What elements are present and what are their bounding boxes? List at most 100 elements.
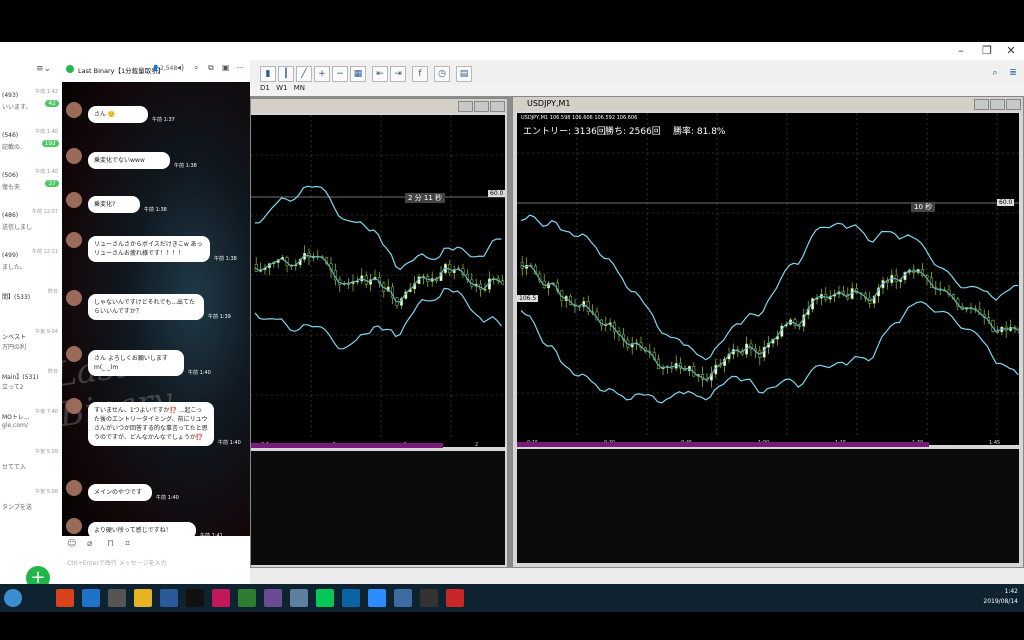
xm-icon[interactable] xyxy=(186,589,204,607)
message-list: さん 🙂 午前 1:37 乗変化でないwww 午前 1:38 乗変化? 午前 1:38 リュ… xyxy=(62,82,250,560)
more-icon[interactable]: ⋯ xyxy=(236,63,244,72)
screenshot-icon[interactable]: ⌗ xyxy=(125,539,130,549)
period-mn[interactable]: MN xyxy=(294,84,305,92)
copy-icon[interactable]: ⧉ xyxy=(208,63,214,73)
chat-header: Last Binary【1分裁量取引】 👤 2,548 ◂) ⌕ ⧉ ▣ ⋯ xyxy=(62,58,250,82)
period-w1[interactable]: W1 xyxy=(276,84,287,92)
indicators-icon[interactable]: f xyxy=(412,66,428,82)
chat-list-time: 午前 12:11 xyxy=(32,249,58,255)
emoji-icon[interactable]: ☺ xyxy=(67,539,76,549)
attach-icon[interactable]: ⌀ xyxy=(87,539,92,549)
mail-icon[interactable] xyxy=(160,589,178,607)
avatar[interactable] xyxy=(66,232,82,248)
green-app-icon[interactable] xyxy=(238,589,256,607)
signal-icon[interactable]: ≣ xyxy=(1006,66,1020,80)
chat-list-title: (546) xyxy=(2,132,19,139)
search-icon[interactable]: ⌕ xyxy=(988,66,1002,80)
chat-list-item[interactable]: (546) 記載の.. 午前 1:40 192 xyxy=(0,126,62,166)
chart-minimize-icon[interactable] xyxy=(458,101,473,112)
message-time: 午前 1:37 xyxy=(152,117,175,123)
shift-icon[interactable]: ⇤ xyxy=(372,66,388,82)
band-upper-line xyxy=(254,185,502,271)
app-dark-icon[interactable] xyxy=(420,589,438,607)
menu-icon[interactable]: ≡⌄ xyxy=(36,64,51,74)
close-icon[interactable]: ✕ xyxy=(1000,44,1022,58)
chat-list-item[interactable]: 間】(533) 昨日 xyxy=(0,286,62,326)
notepad-icon[interactable] xyxy=(290,589,308,607)
message-input[interactable]: Ctrl+Enterで改行 メッセージを入力 xyxy=(67,558,167,567)
message-bubble: すいません、1つよいですか⁉️ ...起こった後のエントリータイミング、前にリュ… xyxy=(88,402,214,446)
line-icon[interactable] xyxy=(316,589,334,607)
chart-close-icon[interactable] xyxy=(490,101,505,112)
search-icon[interactable] xyxy=(30,589,48,607)
chat-input-area: ☺ ⌀ ⊓ ⌗ Ctrl+Enterで改行 メッセージを入力 xyxy=(62,536,250,585)
price-plot-left[interactable]: 2:1012 2 分 11 秒 60.0 xyxy=(251,115,506,448)
zoom-in-icon[interactable]: + xyxy=(314,66,330,82)
period-clock-icon[interactable]: ◷ xyxy=(434,66,450,82)
candle-body xyxy=(501,280,505,285)
maximize-icon[interactable]: ❐ xyxy=(976,44,998,58)
avatar[interactable] xyxy=(66,102,82,118)
zoom-out-icon[interactable]: − xyxy=(332,66,348,82)
chat-list-preview: 立って2 xyxy=(2,384,24,391)
explorer-icon[interactable] xyxy=(134,589,152,607)
taskbar-clock[interactable]: 1:42 2019/08/14 xyxy=(983,587,1018,607)
chat-list-item[interactable]: タンプを送 午後 5:08 xyxy=(0,486,62,526)
autoscroll-icon[interactable]: ⇥ xyxy=(390,66,406,82)
app-red2-icon[interactable] xyxy=(446,589,464,607)
message-time: 午前 1:40 xyxy=(218,440,241,446)
app-blue-icon[interactable] xyxy=(342,589,360,607)
templates-icon[interactable]: ▤ xyxy=(456,66,472,82)
line-chart-icon[interactable]: ╱ xyxy=(296,66,312,82)
chat-list-item[interactable]: せてて入 午後 5:09 xyxy=(0,446,62,486)
avatar[interactable] xyxy=(66,346,82,362)
edge-icon[interactable] xyxy=(82,589,100,607)
chart-close-icon[interactable] xyxy=(1006,99,1021,110)
avatar[interactable] xyxy=(66,518,82,534)
chat-list-item[interactable]: (499) ました。 午前 12:11 xyxy=(0,246,62,286)
band-lower-line xyxy=(254,287,502,350)
clock-date: 2019/08/14 xyxy=(983,598,1018,605)
avatar[interactable] xyxy=(66,480,82,496)
period-d1[interactable]: D1 xyxy=(260,84,270,92)
price-plot-right[interactable]: 0:150:300:451:001:151:301:45 USDJPY,M1 1… xyxy=(517,113,1021,446)
avatar[interactable] xyxy=(66,290,82,306)
candle-chart-icon[interactable]: ┃ xyxy=(278,66,294,82)
search-icon[interactable]: ⌕ xyxy=(194,63,198,73)
notes-icon[interactable]: ▣ xyxy=(222,63,230,72)
zoom-icon[interactable] xyxy=(368,589,386,607)
avatar[interactable] xyxy=(66,192,82,208)
candle-body xyxy=(1017,327,1021,333)
avatar[interactable] xyxy=(66,148,82,164)
chat-message-area[interactable]: Last Binary さん 🙂午前 1:37乗変化でないwww午前 1:38乗… xyxy=(62,82,250,560)
store-icon[interactable] xyxy=(108,589,126,607)
photos-icon[interactable] xyxy=(394,589,412,607)
chart-restore-icon[interactable] xyxy=(990,99,1005,110)
windows-icon[interactable] xyxy=(4,589,22,607)
chat-list-item[interactable]: (493) いいます。 午前 1:42 42 xyxy=(0,86,62,126)
chat-list-preview: タンプを送 xyxy=(2,504,32,511)
message-time: 午前 1:38 xyxy=(174,163,197,169)
chat-list-item[interactable]: (486) 送信しまし 午前 12:07 xyxy=(0,206,62,246)
bar-chart-icon[interactable]: ▮ xyxy=(260,66,276,82)
chart-restore-icon[interactable] xyxy=(474,101,489,112)
chat-list-item[interactable]: (506) 復も夫 午前 1:40 37 xyxy=(0,166,62,206)
minimize-icon[interactable]: – xyxy=(950,44,972,58)
chart-minimize-icon[interactable] xyxy=(974,99,989,110)
app-red-icon[interactable] xyxy=(56,589,74,607)
tile-icon[interactable]: ▦ xyxy=(350,66,366,82)
chat-list-title: (486) xyxy=(2,212,19,219)
chat-list-item[interactable]: Main】(531) 立って2 昨日 xyxy=(0,366,62,406)
chat-list-items: (493) いいます。 午前 1:42 42 (546) 記載の.. 午前 1:40 192(… xyxy=(0,86,62,566)
chat-list-item[interactable]: ンベスト 万円の利 午後 9:04 xyxy=(0,326,62,366)
bookmark-icon[interactable]: ⊓ xyxy=(107,539,114,549)
film-icon[interactable] xyxy=(264,589,282,607)
line-chat-list: ≡⌄ (493) いいます。 午前 1:42 42 (546) 記載の.. 午前 1:40 1… xyxy=(0,52,62,584)
level-label-right: 106.5 xyxy=(517,295,539,302)
app-pink-icon[interactable] xyxy=(212,589,230,607)
chat-list-item[interactable]: MOトレ... gle.com/午後 7:46 xyxy=(0,406,62,446)
speaker-icon[interactable]: ◂) xyxy=(177,63,184,72)
message-time: 午前 1:38 xyxy=(214,256,237,262)
avatar[interactable] xyxy=(66,398,82,414)
stats-rate: 勝率: 81.8% xyxy=(673,127,726,137)
